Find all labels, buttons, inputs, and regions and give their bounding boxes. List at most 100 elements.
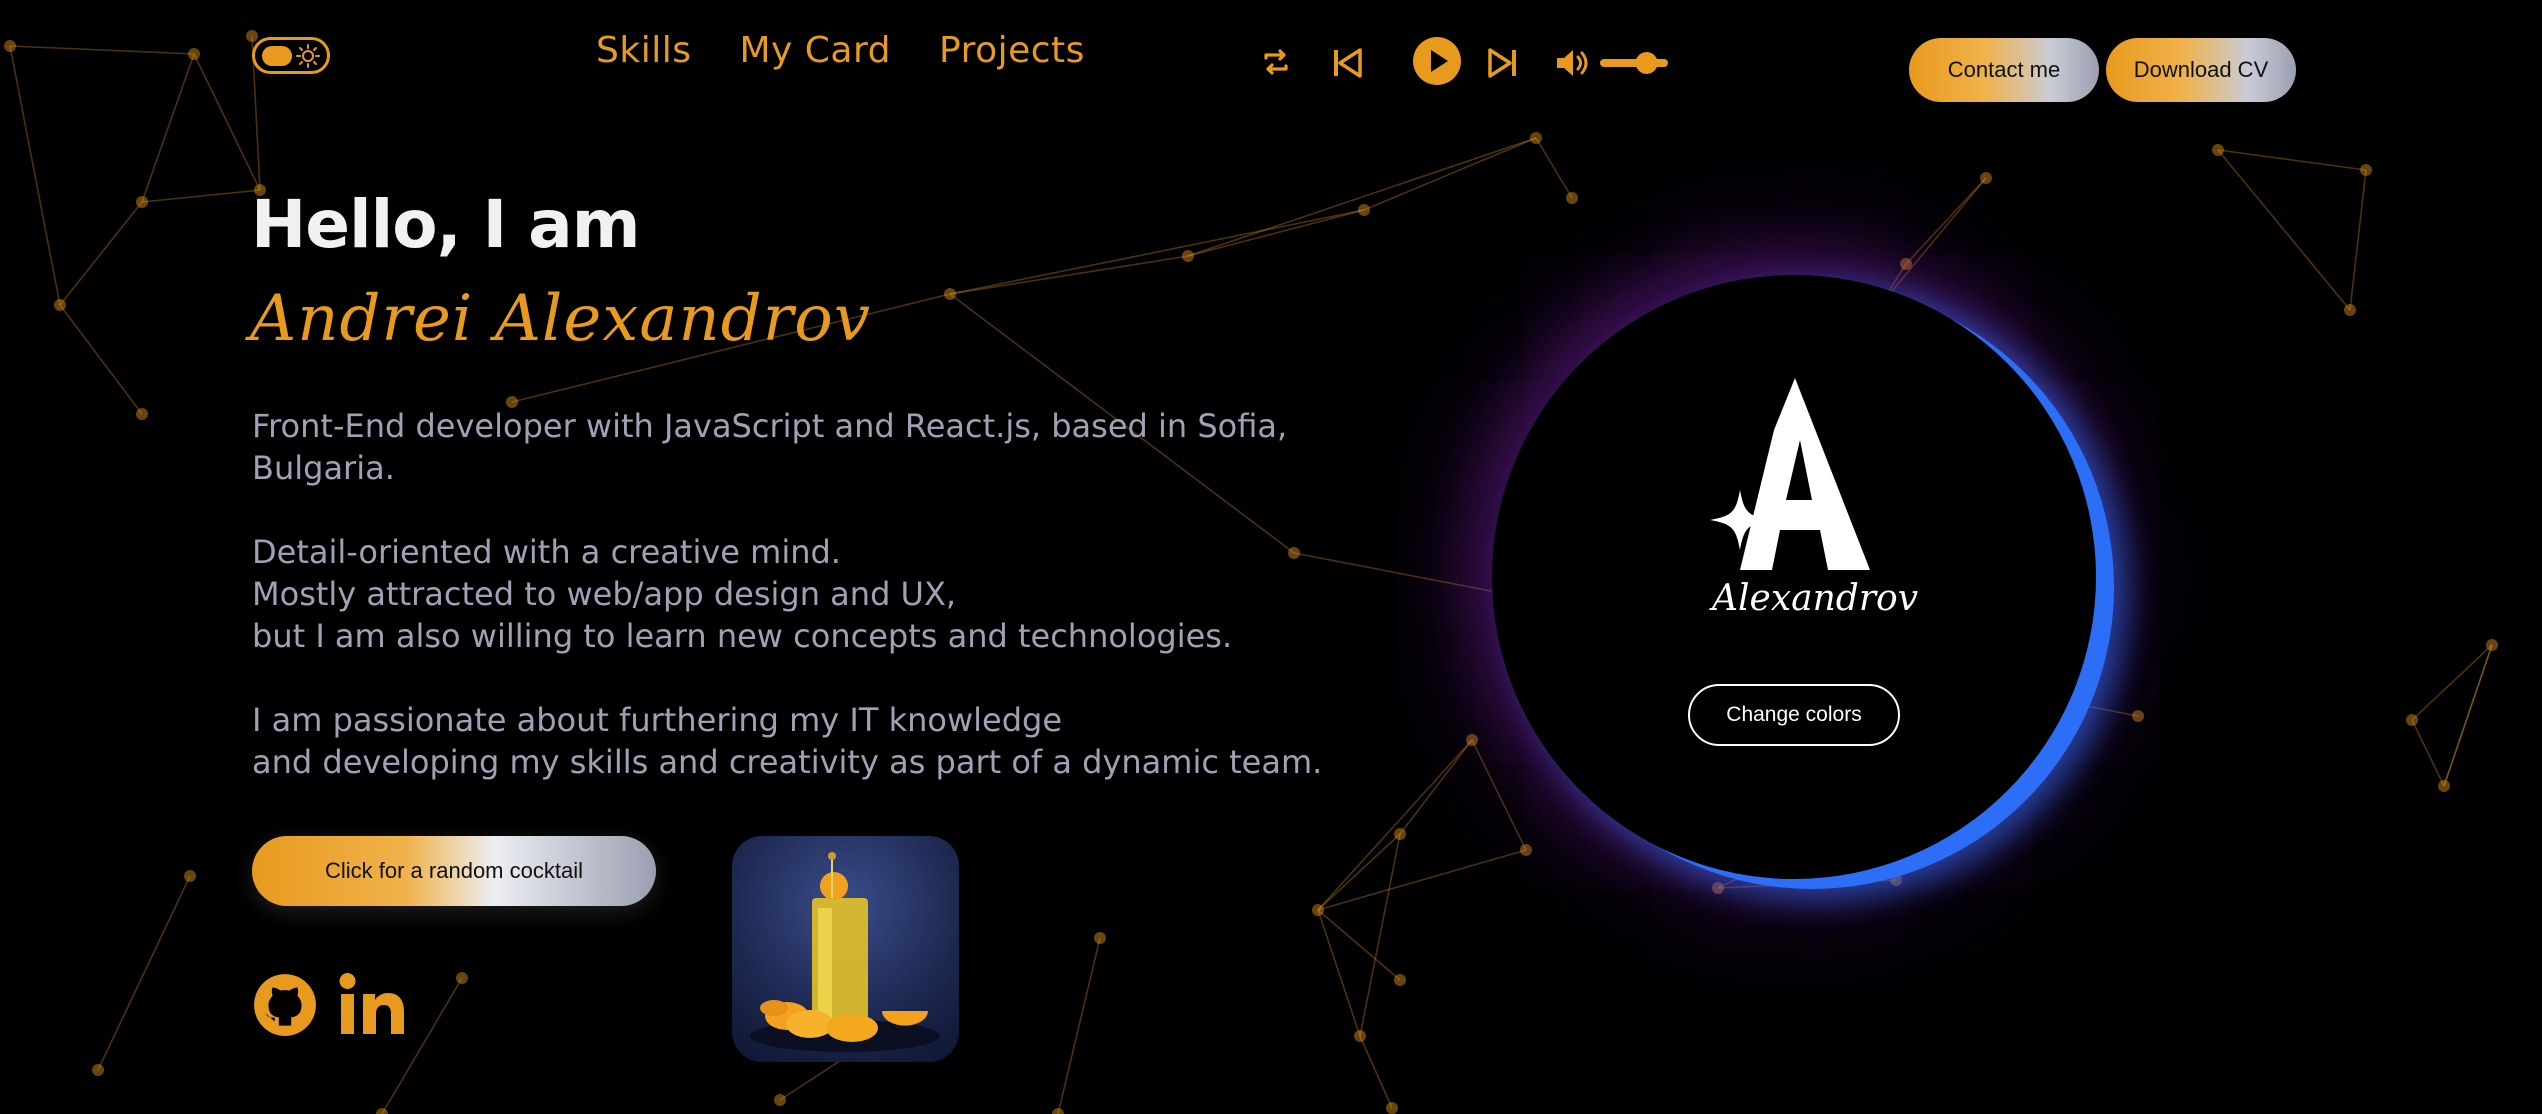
network-line [141,53,195,203]
bio-line: I am passionate about furthering my IT k… [252,701,1063,739]
network-line [1057,937,1101,1114]
cocktail-image [732,836,959,1062]
logo-letter-a-icon [1710,378,1870,570]
play-icon[interactable] [1412,36,1462,86]
social-links [252,972,412,1038]
network-node [1052,1108,1064,1114]
bio-paragraph: Front-End developer with JavaScript and … [252,405,1352,489]
sun-icon [296,44,320,68]
network-line [1717,879,1897,889]
network-line [97,875,191,1071]
network-node [2132,710,2144,722]
network-line [9,45,61,306]
network-node [1386,1102,1398,1114]
greeting-heading: Hello, I am [251,186,640,263]
network-line [1471,739,1527,851]
network-node [1712,882,1724,894]
network-line [59,201,143,306]
network-node [1094,932,1106,944]
github-icon[interactable] [252,972,318,1038]
network-node [1312,904,1324,916]
network-line [949,209,1365,295]
volume-icon[interactable] [1554,46,1590,80]
network-node [1466,734,1478,746]
linkedin-icon[interactable] [338,972,412,1038]
network-line [2349,169,2367,311]
bio-text: Front-End developer with JavaScript and … [252,405,1352,825]
network-line [2217,149,2367,171]
toggle-knob [262,46,292,66]
network-line [1877,177,1987,309]
network-line [193,53,261,191]
network-line [2411,719,2445,787]
network-node [2212,144,2224,156]
network-node [1530,132,1542,144]
music-player [1258,32,1678,92]
main-nav: Skills My Card Projects [596,30,1085,71]
network-line [2217,149,2351,311]
bio-line: but I am also willing to learn new conce… [252,617,1233,655]
network-node [4,40,16,52]
network-node [456,972,468,984]
theme-toggle[interactable] [252,37,330,74]
network-node [246,30,258,42]
network-line [1187,209,1365,257]
network-line [1359,1035,1393,1109]
network-line [2443,644,2493,787]
network-node [1358,204,1370,216]
network-node [1520,844,1532,856]
download-cv-button[interactable]: Download CV [2106,38,2296,102]
bio-line: and developing my skills and creativity … [252,743,1323,781]
network-line [1535,137,1573,199]
network-line [9,45,195,55]
profile-orb [1492,275,2096,879]
network-node [92,1064,104,1076]
nav-link-skills[interactable]: Skills [596,30,691,71]
previous-icon[interactable] [1330,46,1364,80]
network-node [1182,250,1194,262]
network-node [376,1108,388,1114]
network-node [774,1094,786,1106]
network-line [141,189,261,203]
network-node [944,288,956,300]
random-cocktail-button[interactable]: Click for a random cocktail [252,836,656,906]
network-node [136,196,148,208]
network-node [2360,164,2372,176]
network-node [54,299,66,311]
network-line [1363,137,1537,211]
change-colors-button[interactable]: Change colors [1688,684,1900,746]
bio-line: Detail-oriented with a creative mind. [252,533,841,571]
bio-line: Bulgaria. [252,449,395,487]
network-node [188,48,200,60]
network-node [1900,258,1912,270]
network-node [2486,639,2498,651]
network-line [1187,137,1537,257]
network-line [1359,833,1401,1037]
network-node [1394,828,1406,840]
network-node [1354,1030,1366,1042]
bio-paragraph: I am passionate about furthering my IT k… [252,699,1352,783]
network-line [949,255,1189,295]
network-node [1394,974,1406,986]
network-line [1399,739,1473,835]
volume-slider[interactable] [1598,50,1670,76]
logo-signature: Alexandrov [1712,578,1919,619]
bio-paragraph: Detail-oriented with a creative mind. Mo… [252,531,1352,657]
next-icon[interactable] [1486,46,1520,80]
repeat-icon[interactable] [1258,44,1294,80]
network-node [2438,780,2450,792]
network-node [2344,304,2356,316]
network-node [1566,192,1578,204]
contact-me-button[interactable]: Contact me [1909,38,2099,102]
name-heading: Andrei Alexandrov [250,282,871,356]
network-line [1905,177,1987,265]
network-line [59,304,143,415]
network-node [184,870,196,882]
network-node [1980,172,1992,184]
nav-link-projects[interactable]: Projects [939,30,1085,71]
nav-link-my-card[interactable]: My Card [739,30,891,71]
network-node [136,408,148,420]
network-node [1890,874,1902,886]
bio-line: Mostly attracted to web/app design and U… [252,575,957,613]
bio-line: Front-End developer with JavaScript and … [252,407,1288,445]
